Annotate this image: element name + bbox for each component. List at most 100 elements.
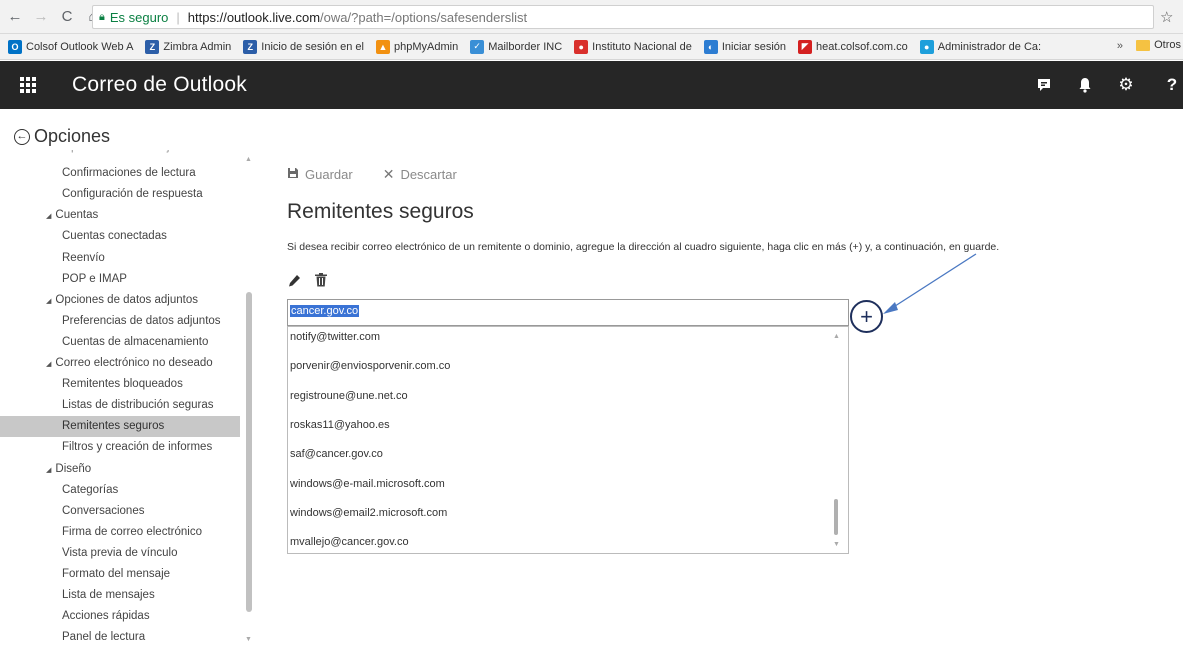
folder-icon: [1136, 39, 1151, 51]
nav-item[interactable]: Opciones del mensaje: [62, 150, 176, 153]
collapse-triangle-icon: ◢: [46, 297, 52, 305]
sender-list-item[interactable]: registroune@une.net.co: [290, 390, 408, 402]
reload-icon[interactable]: C: [56, 6, 78, 28]
nav-item[interactable]: POP e IMAP: [62, 273, 127, 285]
bookmark-favicon-icon: ✓: [470, 39, 485, 54]
sender-list-item[interactable]: windows@email2.microsoft.com: [290, 507, 447, 519]
bookmark-item[interactable]: ✓ Mailborder INC: [470, 39, 562, 54]
nav-item[interactable]: Vista previa de vínculo: [62, 547, 178, 559]
sender-list-item[interactable]: porvenir@enviosporvenir.com.co: [290, 360, 450, 372]
bookmark-item[interactable]: Z Zimbra Admin: [145, 39, 231, 54]
nav-item[interactable]: Cuentas de almacenamiento: [62, 336, 208, 348]
sender-list-item[interactable]: roskas11@yahoo.es: [290, 419, 390, 431]
nav-item[interactable]: Remitentes seguros: [0, 416, 240, 438]
nav-item[interactable]: Acciones rápidas: [62, 610, 150, 622]
nav-item-label: Opciones del mensaje: [62, 150, 176, 153]
sender-list-item[interactable]: saf@cancer.gov.co: [290, 448, 383, 460]
nav-item-label: Preferencias de datos adjuntos: [62, 314, 221, 327]
bookmark-item[interactable]: ◤ heat.colsof.com.co: [798, 39, 908, 54]
nav-item[interactable]: Panel de lectura: [62, 631, 145, 643]
other-bookmarks-folder[interactable]: Otros: [1136, 39, 1181, 51]
secure-label: Es seguro: [109, 9, 169, 25]
back-circle-icon: ←: [14, 128, 30, 145]
nav-item-label: POP e IMAP: [62, 272, 127, 285]
bookmark-item[interactable]: ● Administrador de Ca:: [919, 39, 1042, 54]
nav-scrollbar[interactable]: ▲ ▼: [245, 150, 253, 650]
nav-item[interactable]: Formato del mensaje: [62, 568, 170, 580]
bookmark-item[interactable]: ▲ phpMyAdmin: [376, 39, 458, 54]
sender-input[interactable]: cancer.gov.co: [287, 299, 849, 326]
safe-senders-list[interactable]: ▲ ▼ notify@twitter.com porvenir@enviospor…: [287, 326, 849, 554]
bookmarks-overflow-button[interactable]: »: [1117, 40, 1123, 52]
help-icon[interactable]: ?: [1152, 61, 1183, 109]
lock-icon: 🔒︎: [99, 10, 105, 23]
collapse-triangle-icon: ◢: [46, 213, 52, 221]
sender-list-item[interactable]: mvallejo@cancer.gov.co: [290, 536, 409, 548]
app-launcher-icon[interactable]: [0, 61, 56, 109]
chat-icon[interactable]: [1024, 61, 1064, 109]
app-title[interactable]: Correo de Outlook: [72, 73, 247, 97]
sender-list-item[interactable]: notify@twitter.com: [290, 331, 380, 343]
page-description: Si desea recibir correo electrónico de u…: [287, 241, 1000, 253]
nav-item[interactable]: Lista de mensajes: [62, 589, 155, 601]
bell-icon[interactable]: [1065, 61, 1105, 109]
forward-arrow-icon[interactable]: →: [30, 6, 52, 28]
nav-section[interactable]: ◢ Cuentas: [46, 209, 98, 221]
nav-item-label: Correo electrónico no deseado: [55, 357, 213, 369]
address-bar[interactable]: 🔒︎ Es seguro | https://outlook.live.com /…: [92, 5, 1154, 29]
list-scroll-up-icon[interactable]: ▲: [833, 333, 840, 340]
nav-item-label: Vista previa de vínculo: [62, 546, 178, 559]
options-back-button[interactable]: ← Opciones: [14, 126, 110, 147]
bookmark-favicon-icon: ●: [574, 39, 589, 54]
nav-item[interactable]: Preferencias de datos adjuntos: [62, 315, 221, 327]
options-toolbar: Guardar ✕ Descartar: [287, 166, 487, 183]
nav-item-label: Diseño: [55, 462, 92, 475]
bookmark-star-icon[interactable]: ☆: [1160, 8, 1173, 26]
list-scroll-down-icon[interactable]: ▼: [833, 541, 840, 548]
nav-section[interactable]: ◢ Diseño: [46, 463, 91, 475]
nav-item[interactable]: Remitentes bloqueados: [62, 378, 183, 390]
list-tools: [288, 273, 341, 290]
nav-scroll-thumb[interactable]: [246, 292, 252, 612]
gear-icon[interactable]: ⚙: [1106, 61, 1146, 109]
bookmark-item[interactable]: ● Instituto Nacional de: [574, 39, 692, 54]
sender-list-item[interactable]: windows@e-mail.microsoft.com: [290, 478, 445, 490]
back-arrow-icon[interactable]: ←: [4, 6, 26, 28]
nav-item-label: Cuentas de almacenamiento: [62, 335, 209, 348]
bookmark-label: heat.colsof.com.co: [816, 40, 908, 53]
pencil-icon[interactable]: [288, 274, 301, 290]
discard-button[interactable]: ✕ Descartar: [383, 166, 457, 183]
close-icon: ✕: [382, 166, 395, 182]
nav-item-label: Remitentes bloqueados: [62, 378, 183, 391]
nav-item[interactable]: Reenvío: [62, 252, 105, 264]
nav-item[interactable]: Firma de correo electrónico: [62, 526, 202, 538]
nav-item[interactable]: Filtros y creación de informes: [62, 441, 212, 453]
nav-item[interactable]: Configuración de respuesta: [62, 188, 203, 200]
scroll-down-icon[interactable]: ▼: [245, 636, 252, 643]
nav-item-label: Reenvío: [62, 251, 105, 264]
trash-icon[interactable]: [315, 273, 327, 290]
add-button[interactable]: +: [850, 300, 883, 333]
bookmark-favicon-icon: ◤: [798, 39, 813, 54]
nav-item-label: Formato del mensaje: [62, 568, 171, 580]
nav-item[interactable]: Listas de distribución seguras: [62, 399, 214, 411]
bookmark-item[interactable]: O Colsof Outlook Web A: [8, 39, 133, 54]
bookmark-item[interactable]: ◐ Iniciar sesión: [703, 39, 786, 54]
nav-section[interactable]: ◢ Correo electrónico no deseado: [46, 357, 213, 369]
list-scroll-thumb[interactable]: [834, 499, 838, 535]
nav-item[interactable]: Categorías: [62, 484, 118, 496]
nav-section[interactable]: ◢ Opciones de datos adjuntos: [46, 294, 198, 306]
bookmark-label: Administrador de Ca:: [937, 40, 1042, 53]
nav-item-label: Filtros y creación de informes: [62, 441, 213, 454]
nav-item[interactable]: Confirmaciones de lectura: [62, 167, 196, 179]
nav-item-label: Lista de mensajes: [62, 589, 155, 602]
bookmark-item[interactable]: Z Inicio de sesión en el: [243, 39, 364, 54]
other-bookmarks-label: Otros: [1154, 39, 1181, 51]
scroll-up-icon[interactable]: ▲: [245, 156, 252, 163]
nav-item[interactable]: Conversaciones: [62, 505, 144, 517]
nav-item[interactable]: Cuentas conectadas: [62, 230, 167, 242]
nav-item-label: Acciones rápidas: [62, 610, 150, 623]
save-button[interactable]: Guardar: [287, 167, 353, 182]
nav-item-label: Remitentes seguros: [62, 420, 165, 433]
collapse-triangle-icon: ◢: [46, 466, 52, 474]
